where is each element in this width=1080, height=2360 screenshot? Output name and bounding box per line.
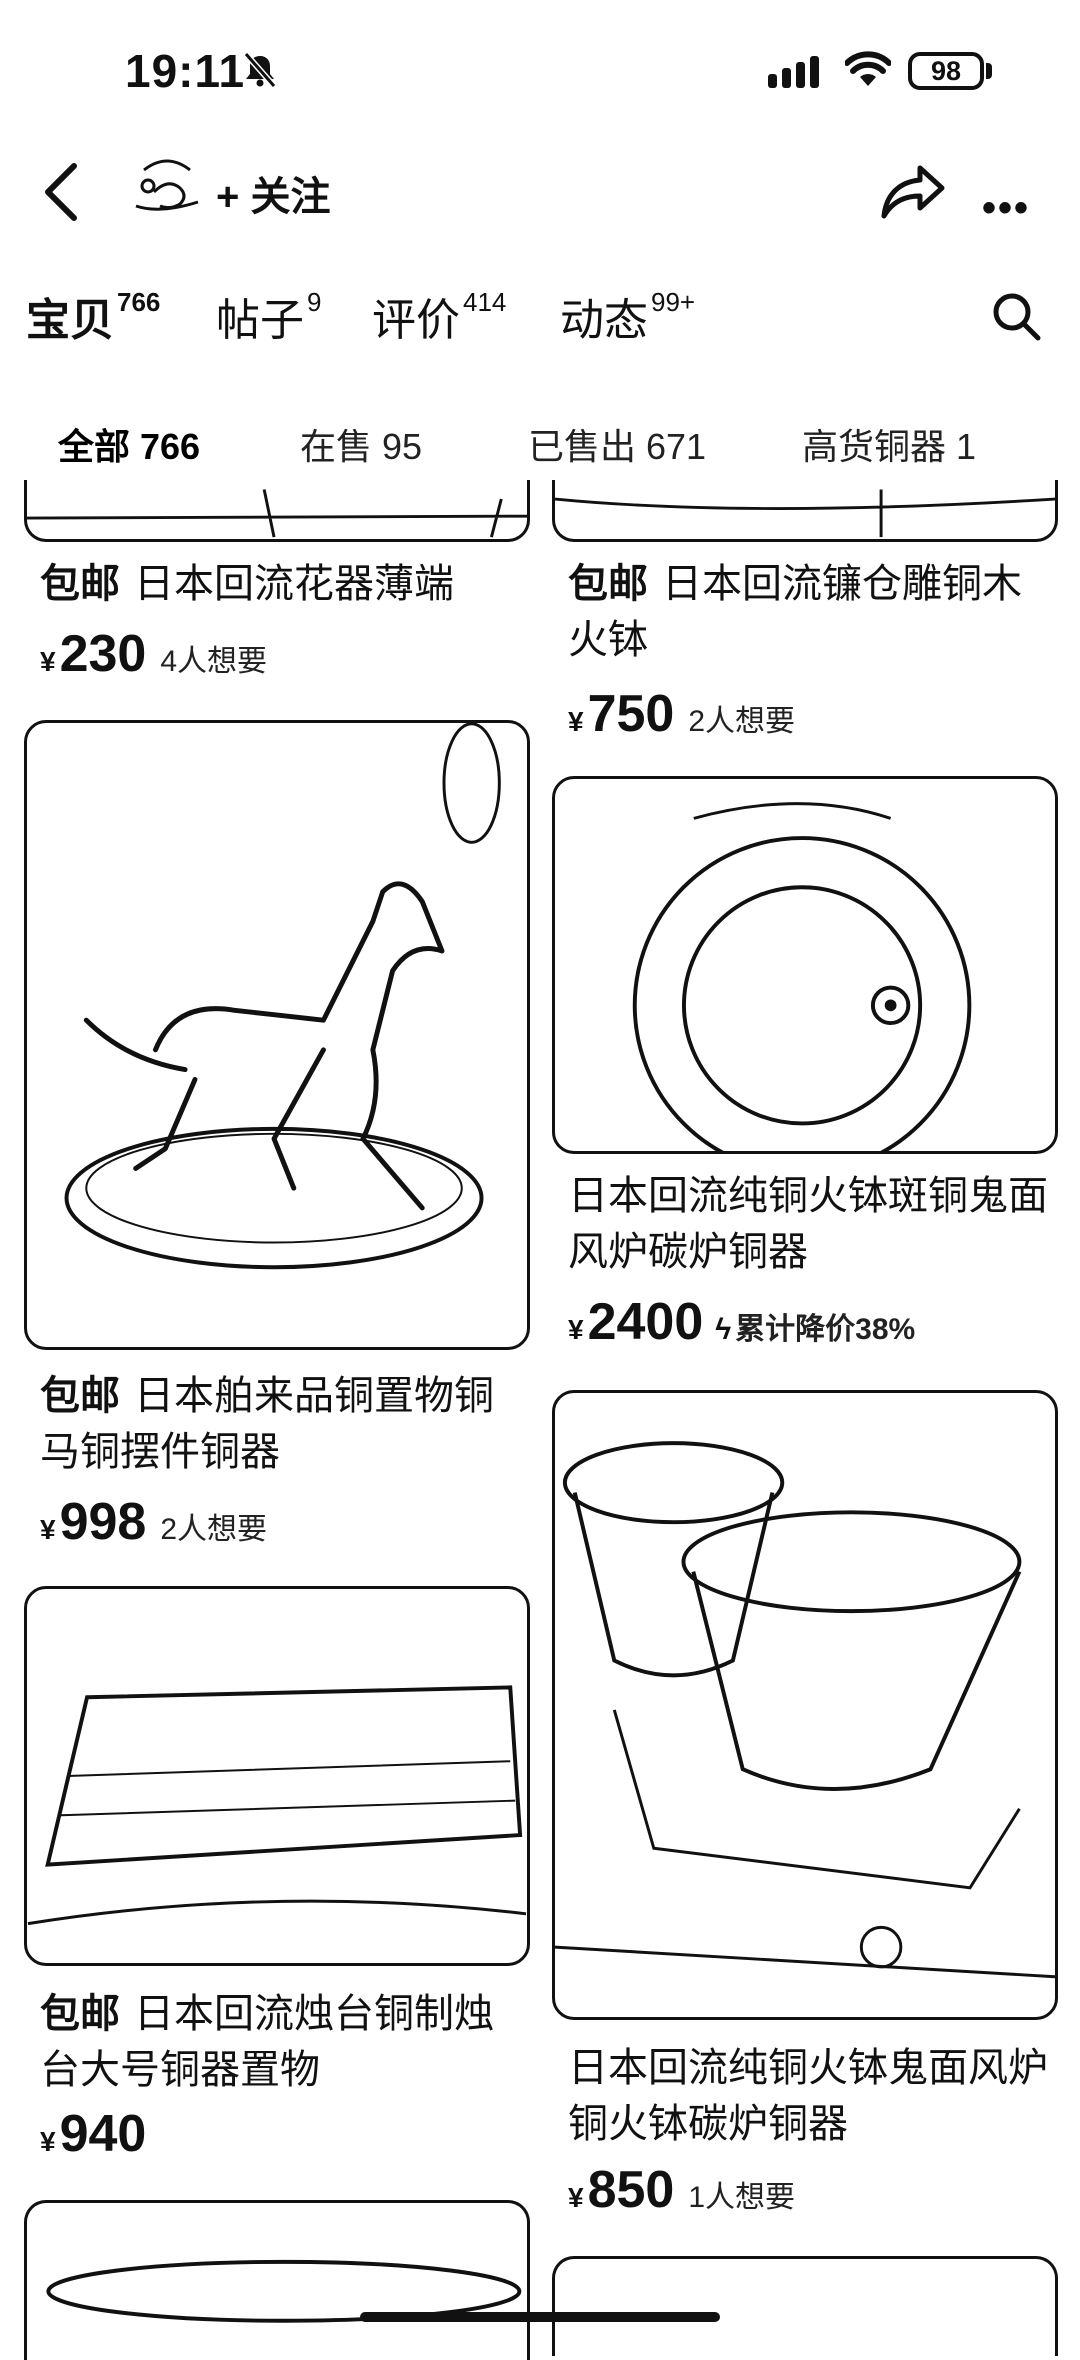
tab-reviews-count: 414 <box>463 287 507 318</box>
bolt-icon: ϟ <box>715 1313 732 1346</box>
tab-reviews[interactable]: 评价 414 <box>372 284 506 348</box>
currency-symbol: ¥ <box>40 646 56 677</box>
home-indicator[interactable] <box>360 2312 720 2322</box>
currency-symbol: ¥ <box>40 1514 56 1545</box>
product-image[interactable] <box>552 2256 1058 2356</box>
wants-count: 4人想要 <box>160 645 268 678</box>
product-price: ¥230 4人想要 <box>40 624 267 684</box>
tab-items-count: 766 <box>117 287 161 318</box>
product-title[interactable]: 包邮 日本回流花器薄端 <box>40 556 520 612</box>
follow-button[interactable]: + 关注 <box>216 164 330 222</box>
battery-indicator: 98 <box>908 52 984 90</box>
price-value: 750 <box>587 685 675 743</box>
tab-posts[interactable]: 帖子 9 <box>216 284 321 348</box>
product-price: ¥2400 ϟ 累计降价38% <box>568 1292 915 1352</box>
more-menu-button[interactable]: ••• <box>982 186 1030 231</box>
subtab-sold[interactable]: 已售出 671 <box>528 418 706 470</box>
battery-tip <box>986 63 992 79</box>
subtab-on-sale[interactable]: 在售 95 <box>300 418 422 470</box>
free-shipping-tag: 包邮 <box>568 562 648 606</box>
product-title[interactable]: 日本回流纯铜火钵斑铜鬼面风炉碳炉铜器 <box>568 1168 1048 1280</box>
price-value: 940 <box>59 2105 147 2163</box>
product-image[interactable] <box>552 480 1058 542</box>
price-value: 998 <box>59 1493 147 1551</box>
tab-posts-label: 帖子 <box>216 296 304 345</box>
wants-count: 2人想要 <box>160 1513 268 1546</box>
product-title[interactable]: 日本回流纯铜火钵鬼面风炉铜火钵碳炉铜器 <box>568 2040 1048 2152</box>
tab-activity-count: 99+ <box>651 287 696 318</box>
currency-symbol: ¥ <box>568 1314 584 1345</box>
wifi-icon <box>845 51 891 86</box>
price-drop-note: 累计降价38% <box>735 1313 916 1346</box>
product-price: ¥940 <box>40 2104 146 2164</box>
wants-count: 1人想要 <box>688 2181 796 2214</box>
free-shipping-tag: 包邮 <box>40 562 120 606</box>
product-price: ¥750 2人想要 <box>568 684 795 744</box>
back-icon[interactable] <box>40 160 84 224</box>
product-image[interactable] <box>24 480 530 542</box>
product-image[interactable] <box>552 776 1058 1154</box>
currency-symbol: ¥ <box>568 706 584 737</box>
product-title-text: 日本回流花器薄端 <box>134 562 454 606</box>
free-shipping-tag: 包邮 <box>40 1374 120 1418</box>
product-title[interactable]: 包邮 日本回流镰仓雕铜木火钵 <box>568 556 1048 668</box>
share-icon[interactable] <box>880 162 946 222</box>
product-title-text: 日本回流纯铜火钵鬼面风炉铜火钵碳炉铜器 <box>568 2046 1048 2146</box>
product-image[interactable] <box>552 1390 1058 2020</box>
tab-reviews-label: 评价 <box>372 296 460 345</box>
status-time: 19:11 <box>125 45 246 97</box>
currency-symbol: ¥ <box>40 2126 56 2157</box>
tab-items[interactable]: 宝贝 766 <box>26 284 160 348</box>
mute-bell-icon <box>243 52 277 88</box>
subtab-all[interactable]: 全部 766 <box>58 418 200 470</box>
product-price: ¥998 2人想要 <box>40 1492 267 1552</box>
currency-symbol: ¥ <box>568 2182 584 2213</box>
product-title[interactable]: 包邮 日本舶来品铜置物铜马铜摆件铜器 <box>40 1368 520 1480</box>
tab-items-label: 宝贝 <box>26 296 114 345</box>
product-title[interactable]: 包邮 日本回流烛台铜制烛台大号铜器置物 <box>40 1986 520 2098</box>
product-image[interactable] <box>24 1586 530 1966</box>
product-image[interactable] <box>24 2200 530 2360</box>
free-shipping-tag: 包邮 <box>40 1992 120 2036</box>
price-value: 2400 <box>587 1293 704 1351</box>
tab-activity-label: 动态 <box>560 296 648 345</box>
product-price: ¥850 1人想要 <box>568 2160 795 2220</box>
price-value: 230 <box>59 625 147 683</box>
tab-posts-count: 9 <box>307 287 322 318</box>
avatar[interactable] <box>130 152 204 218</box>
price-value: 850 <box>587 2161 675 2219</box>
signal-icon <box>768 56 819 88</box>
tab-activity[interactable]: 动态 99+ <box>560 284 695 348</box>
subtab-premium-copper[interactable]: 高货铜器 1 <box>802 418 976 470</box>
product-image[interactable] <box>24 720 530 1350</box>
search-icon[interactable] <box>990 290 1042 342</box>
product-title-text: 日本回流纯铜火钵斑铜鬼面风炉碳炉铜器 <box>568 1174 1048 1274</box>
wants-count: 2人想要 <box>688 705 796 738</box>
